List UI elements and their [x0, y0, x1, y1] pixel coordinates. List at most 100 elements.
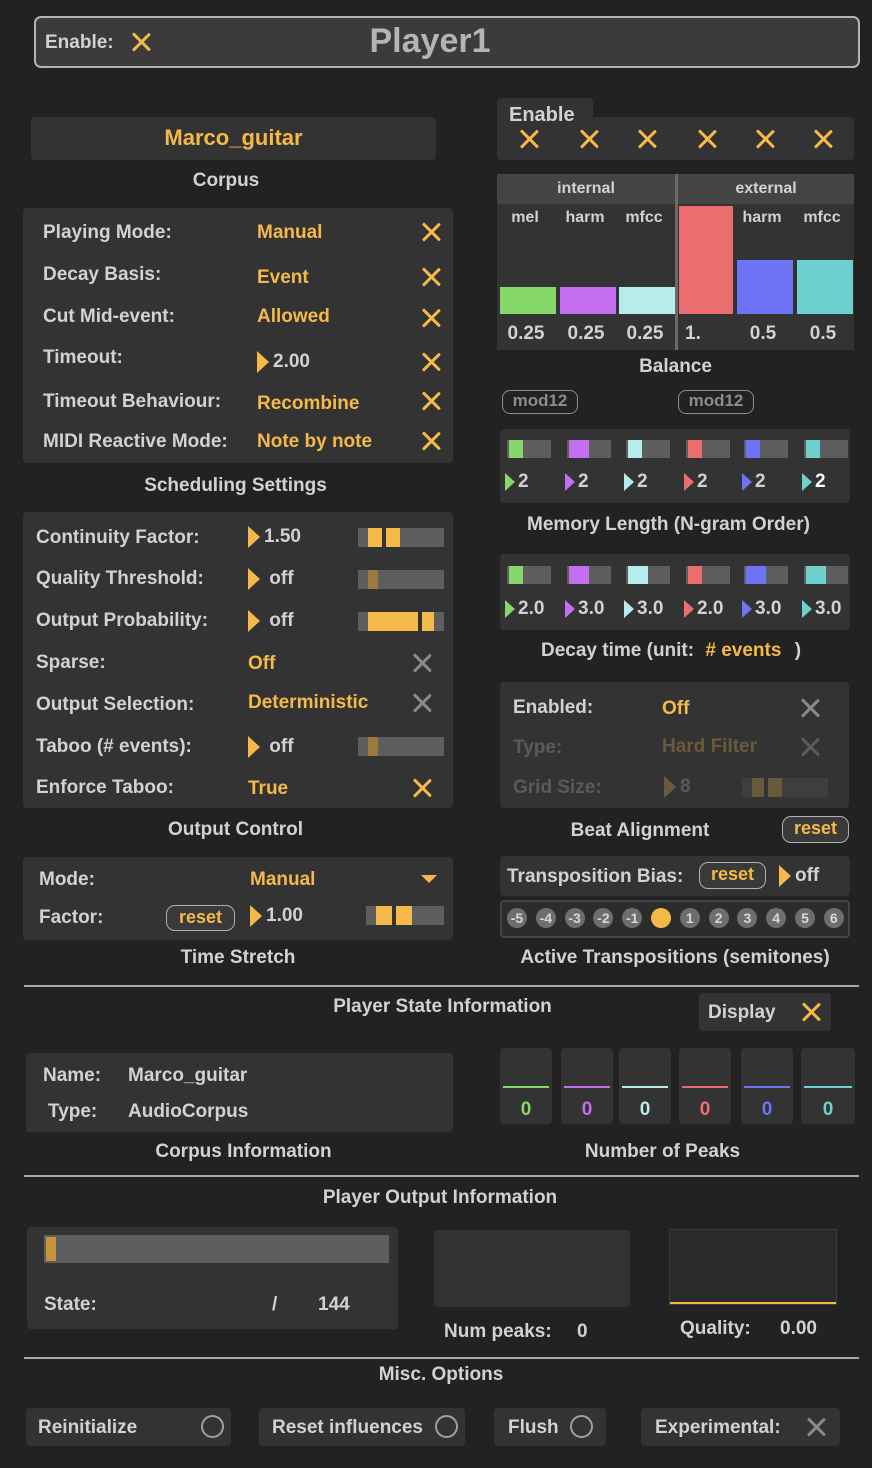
enforce-taboo-value[interactable]: True [248, 778, 288, 800]
memory-value[interactable]: 2 [578, 471, 589, 493]
timeout-behaviour-value[interactable]: Recombine [257, 393, 359, 415]
decay-slider-6[interactable] [804, 566, 848, 584]
experimental-toggle[interactable] [805, 1416, 827, 1438]
enable-toggle-harm-external[interactable] [754, 128, 776, 150]
time-stretch-slider[interactable] [366, 906, 444, 925]
memory-slider-4[interactable] [686, 440, 730, 458]
cut-mid-event-value[interactable]: Allowed [257, 306, 330, 328]
mod12-toggle-internal[interactable]: mod12 [502, 390, 578, 414]
balance-slider-harm[interactable] [560, 287, 616, 314]
transposition-step[interactable]: 6 [823, 908, 844, 928]
enable-toggle-mel-internal[interactable] [518, 128, 540, 150]
transposition-step[interactable]: -5 [507, 908, 527, 928]
midi-reactive-toggle[interactable] [420, 430, 442, 452]
timeout-behaviour-toggle[interactable] [420, 390, 442, 412]
decay-slider-2[interactable] [567, 566, 611, 584]
bang-circle-icon[interactable] [570, 1415, 593, 1438]
memory-value[interactable]: 2 [697, 471, 708, 493]
cut-mid-event-label: Cut Mid-event: [43, 306, 175, 327]
beat-grid-slider[interactable] [742, 778, 828, 797]
taboo-number[interactable]: off [248, 736, 294, 758]
memory-value[interactable]: 2 [755, 471, 766, 493]
transposition-step[interactable]: -4 [535, 908, 556, 928]
balance-slider-mfcc[interactable] [797, 260, 853, 314]
decay-basis-toggle[interactable] [420, 266, 442, 288]
display-toggle[interactable] [800, 1001, 822, 1023]
transposition-step[interactable]: 1 [679, 908, 700, 928]
decay-value[interactable]: 2.0 [518, 598, 544, 620]
beat-grid-number[interactable]: 8 [664, 776, 691, 798]
quality-threshold-slider[interactable] [358, 570, 444, 589]
transposition-reset-button[interactable]: reset [699, 862, 766, 889]
beat-type-value[interactable]: Hard Filter [662, 736, 757, 758]
timeout-toggle[interactable] [420, 351, 442, 373]
balance-slider-mfcc[interactable] [619, 287, 675, 314]
decay-slider-fill [688, 566, 702, 584]
transposition-step[interactable]: -3 [564, 908, 585, 928]
decay-slider-4[interactable] [686, 566, 730, 584]
transposition-step[interactable]: 2 [708, 908, 729, 928]
enable-toggle[interactable] [130, 31, 152, 53]
memory-value[interactable]: 2 [637, 471, 648, 493]
memory-slider-1[interactable] [507, 440, 551, 458]
timeout-number[interactable]: 2.00 [257, 351, 310, 373]
dropdown-arrow-icon[interactable] [421, 875, 437, 883]
balance-slider-mel[interactable] [679, 206, 733, 314]
enable-toggle-mfcc-internal[interactable] [636, 128, 658, 150]
memory-slider-6[interactable] [804, 440, 848, 458]
memory-value[interactable]: 2 [815, 471, 826, 493]
enforce-taboo-toggle[interactable] [411, 777, 433, 799]
memory-slider-3[interactable] [626, 440, 670, 458]
continuity-number[interactable]: 1.50 [248, 526, 301, 548]
decay-value[interactable]: 3.0 [578, 598, 604, 620]
playing-mode-value[interactable]: Manual [257, 222, 322, 244]
beat-reset-button[interactable]: reset [782, 816, 849, 843]
decay-value[interactable]: 3.0 [755, 598, 781, 620]
transposition-step[interactable]: 0 [651, 908, 671, 928]
decay-unit-selector[interactable]: # events [705, 640, 781, 661]
time-stretch-reset-button[interactable]: reset [166, 905, 235, 931]
output-probability-slider[interactable] [358, 612, 444, 631]
timeout-behaviour-label: Timeout Behaviour: [43, 391, 222, 412]
beat-type-toggle[interactable] [799, 736, 821, 758]
beat-enabled-value[interactable]: Off [662, 698, 689, 720]
time-stretch-factor-number[interactable]: 1.00 [250, 905, 303, 927]
decay-value[interactable]: 3.0 [637, 598, 663, 620]
decay-value[interactable]: 2.0 [697, 598, 723, 620]
sparse-toggle[interactable] [411, 652, 433, 674]
memory-slider-5[interactable] [744, 440, 788, 458]
mod12-toggle-external[interactable]: mod12 [678, 390, 754, 414]
midi-reactive-value[interactable]: Note by note [257, 431, 372, 453]
decay-slider-5[interactable] [744, 566, 788, 584]
enable-toggle-mfcc-external[interactable] [812, 128, 834, 150]
cut-mid-event-toggle[interactable] [420, 307, 442, 329]
quality-threshold-number[interactable]: off [248, 568, 294, 590]
corpus-name: Marco_guitar [164, 125, 303, 150]
decay-value[interactable]: 3.0 [815, 598, 841, 620]
bang-circle-icon[interactable] [201, 1415, 224, 1438]
memory-length-panel [500, 429, 850, 503]
enable-toggle-mel-external[interactable] [696, 128, 718, 150]
sparse-value[interactable]: Off [248, 653, 275, 675]
output-selection-toggle[interactable] [411, 692, 433, 714]
transposition-step[interactable]: 5 [795, 908, 815, 928]
balance-slider-mel[interactable] [500, 287, 556, 314]
output-selection-value[interactable]: Deterministic [248, 692, 368, 714]
transposition-bias-number[interactable]: off [779, 865, 819, 887]
peaks-value: 0 [639, 1099, 651, 1120]
enable-toggle-harm-internal[interactable] [578, 128, 600, 150]
output-probability-number[interactable]: off [248, 610, 294, 632]
bang-circle-icon[interactable] [435, 1415, 458, 1438]
beat-enabled-toggle[interactable] [799, 697, 821, 719]
memory-value[interactable]: 2 [518, 471, 529, 493]
playing-mode-toggle[interactable] [420, 221, 442, 243]
continuity-slider[interactable] [358, 528, 444, 547]
decay-slider-1[interactable] [507, 566, 551, 584]
decay-slider-3[interactable] [626, 566, 670, 584]
taboo-slider[interactable] [358, 737, 444, 756]
memory-slider-2[interactable] [567, 440, 611, 458]
balance-slider-harm[interactable] [737, 260, 793, 314]
time-stretch-mode-value[interactable]: Manual [250, 869, 315, 891]
decay-basis-value[interactable]: Event [257, 267, 309, 289]
number-arrow-icon [664, 776, 676, 798]
